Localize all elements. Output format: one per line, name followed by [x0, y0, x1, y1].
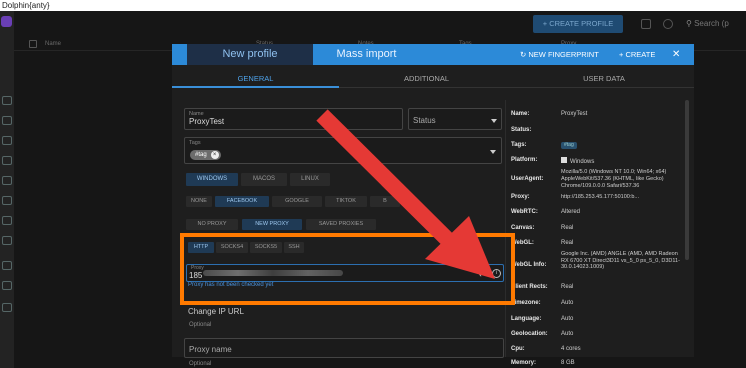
annotation-arrow: [316, 109, 495, 279]
